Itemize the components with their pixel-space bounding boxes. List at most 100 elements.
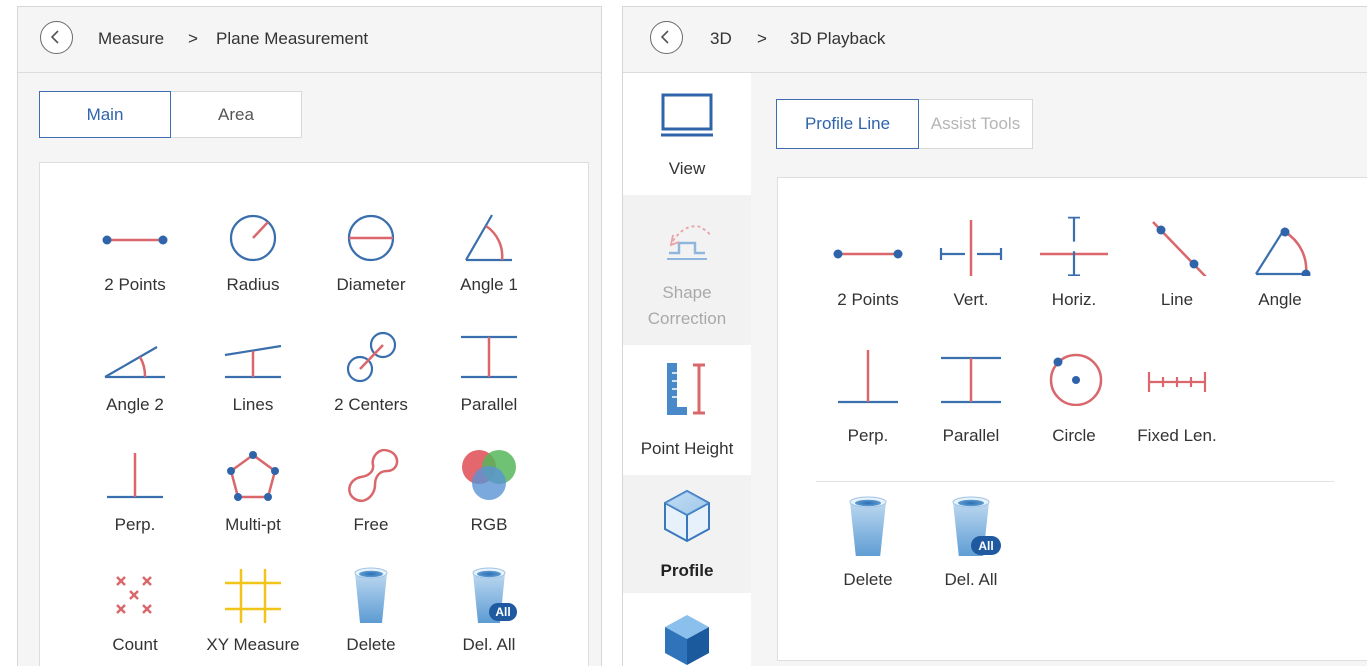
- tool-label: Angle 2: [106, 395, 164, 414]
- sidebar-item-view[interactable]: View: [623, 73, 751, 195]
- delete-bucket-icon: [849, 496, 887, 556]
- line-icon: [1152, 221, 1207, 276]
- tool-perpendicular[interactable]: Perp.: [80, 445, 190, 545]
- left-tool-grid: 2 Points Radius Diameter Angle 1 Angle 2…: [39, 162, 589, 666]
- breadcrumb-page: Plane Measurement: [216, 29, 369, 48]
- tool-label: XY Measure: [206, 635, 300, 654]
- sidebar-item-shape-correction: Shape Correction: [623, 195, 751, 345]
- breadcrumb-separator: >: [188, 29, 198, 48]
- tool-label: Radius: [226, 275, 280, 294]
- tool-label: Parallel: [460, 395, 518, 414]
- delete-all-bucket-icon: All: [472, 567, 517, 623]
- tool-label: Angle: [1258, 290, 1302, 309]
- right-tab-bar: Profile Line Assist Tools: [776, 99, 1033, 149]
- tool-free[interactable]: Free: [316, 445, 426, 545]
- tool-xy-measure[interactable]: XY Measure: [198, 565, 308, 665]
- two-points-icon: [102, 235, 168, 245]
- sidebar-item-point-height[interactable]: Point Height: [623, 345, 751, 475]
- tool-label: Angle 1: [460, 275, 518, 294]
- left-tab-bar: Main Area: [39, 91, 302, 138]
- two-centers-icon: [346, 331, 397, 383]
- tool-angle-2[interactable]: Angle 2: [80, 325, 190, 425]
- sidebar-item-label: Profile: [660, 561, 714, 580]
- angle-2-icon: [104, 346, 165, 379]
- diameter-icon: [347, 214, 395, 262]
- back-button[interactable]: [650, 21, 683, 54]
- tool-angle-1[interactable]: Angle 1: [434, 205, 544, 305]
- tool-label: Lines: [232, 395, 274, 414]
- angle-icon: [1255, 227, 1311, 276]
- right-tool-grid: 2 Points Vert. Horiz. Line Angle Perp. P…: [777, 177, 1367, 661]
- divider: [816, 481, 1334, 482]
- sidebar-item-solid[interactable]: [623, 593, 751, 666]
- point-height-icon: [667, 363, 705, 415]
- tool-parallel[interactable]: Parallel: [434, 325, 544, 425]
- sidebar-item-label: Point Height: [640, 439, 734, 458]
- tool-delete-all[interactable]: All Del. All: [916, 496, 1026, 596]
- shape-correction-icon: [667, 225, 712, 260]
- breadcrumb-page: 3D Playback: [790, 29, 886, 48]
- tab-area[interactable]: Area: [171, 91, 302, 138]
- multi-point-icon: [227, 451, 279, 501]
- tool-two-centers[interactable]: 2 Centers: [316, 325, 426, 425]
- tab-assist-tools: Assist Tools: [919, 99, 1033, 149]
- perpendicular-icon: [838, 350, 898, 404]
- tool-angle[interactable]: Angle: [1225, 216, 1335, 316]
- chevron-left-icon: [660, 30, 669, 44]
- solid-cube-icon: [665, 615, 709, 665]
- sidebar-item-label-line-2: Correction: [647, 309, 727, 328]
- tool-label: Del. All: [944, 570, 998, 589]
- tool-label: Fixed Len.: [1137, 426, 1217, 445]
- radius-icon: [229, 214, 277, 262]
- rgb-icon: [462, 450, 516, 500]
- tool-label: Diameter: [336, 275, 406, 294]
- tool-label: Count: [112, 635, 158, 654]
- parallel-icon: [941, 356, 1001, 404]
- left-header: Measure > Plane Measurement: [18, 7, 601, 73]
- tool-lines[interactable]: Lines: [198, 325, 308, 425]
- tool-delete-all[interactable]: All Del. All: [434, 565, 544, 665]
- tool-label: Free: [353, 515, 389, 534]
- parallel-icon: [461, 335, 517, 379]
- 3d-playback-panel: 3D > 3D Playback View Shape Correction P…: [622, 6, 1367, 666]
- sidebar-item-label-line-1: Shape: [662, 283, 712, 302]
- all-badge: All: [495, 605, 510, 619]
- perpendicular-icon: [107, 453, 163, 499]
- profile-cube-icon: [664, 489, 710, 543]
- xy-measure-icon: [225, 569, 281, 623]
- mode-sidebar: View Shape Correction Point Height Profi…: [623, 73, 751, 666]
- tool-label: Perp.: [114, 515, 156, 534]
- vertical-icon: [939, 220, 1003, 276]
- tab-profile-line[interactable]: Profile Line: [776, 99, 919, 149]
- circle-icon: [1049, 353, 1103, 406]
- tool-fixed-length[interactable]: Fixed Len.: [1122, 346, 1232, 446]
- sidebar-item-label: View: [668, 159, 706, 178]
- tool-count[interactable]: Count: [80, 565, 190, 665]
- back-button[interactable]: [40, 21, 73, 54]
- tool-multi-point[interactable]: Multi-pt: [198, 445, 308, 545]
- lines-icon: [224, 344, 282, 379]
- delete-all-bucket-icon: All: [952, 496, 1001, 556]
- free-icon: [348, 448, 399, 502]
- horizontal-icon: [1040, 216, 1108, 276]
- count-icon: [116, 576, 152, 614]
- angle-1-icon: [465, 214, 512, 262]
- chevron-left-icon: [50, 30, 59, 44]
- tool-radius[interactable]: Radius: [198, 205, 308, 305]
- all-badge: All: [978, 539, 993, 553]
- tool-label: 2 Centers: [334, 395, 408, 414]
- tool-delete[interactable]: Delete: [316, 565, 426, 665]
- tool-label: Multi-pt: [225, 515, 281, 534]
- tool-diameter[interactable]: Diameter: [316, 205, 426, 305]
- sidebar-item-profile[interactable]: Profile: [623, 475, 751, 593]
- tool-rgb[interactable]: RGB: [434, 445, 544, 545]
- plane-measurement-panel: Measure > Plane Measurement Main Area 2 …: [17, 6, 602, 666]
- two-points-icon: [833, 249, 903, 259]
- tab-main[interactable]: Main: [39, 91, 171, 138]
- breadcrumb-section[interactable]: 3D: [710, 29, 732, 49]
- tool-two-points[interactable]: 2 Points: [80, 205, 190, 305]
- right-header: 3D > 3D Playback: [623, 7, 1367, 73]
- breadcrumb-section[interactable]: Measure: [98, 29, 164, 49]
- tool-label: RGB: [470, 515, 508, 534]
- fixed-length-icon: [1147, 372, 1207, 392]
